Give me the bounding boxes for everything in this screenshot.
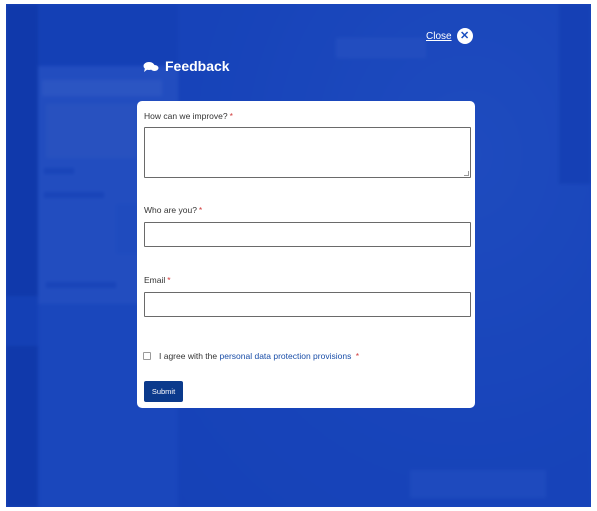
consent-text: I agree with the personal data protectio… [159,351,360,361]
resize-handle-icon[interactable] [464,171,469,176]
improve-label: How can we improve? * [144,111,233,121]
close-button[interactable]: Close ✕ [426,28,473,44]
email-label: Email * [144,275,171,285]
submit-button[interactable]: Submit [144,381,183,402]
data-protection-link[interactable]: personal data protection provisions [220,351,352,361]
chat-bubbles-icon [143,60,159,72]
who-input[interactable] [144,222,471,247]
improve-textarea[interactable] [144,127,471,178]
consent-checkbox[interactable] [143,352,151,360]
feedback-form: How can we improve? * Who are you? * Email… [137,101,475,408]
consent-row: I agree with the personal data protectio… [143,351,359,361]
feedback-title: Feedback [143,58,230,74]
close-icon[interactable]: ✕ [456,28,473,44]
close-link[interactable]: Close [426,31,452,42]
email-input[interactable] [144,292,471,317]
who-label: Who are you? * [144,205,203,215]
modal-title-text: Feedback [165,58,230,74]
